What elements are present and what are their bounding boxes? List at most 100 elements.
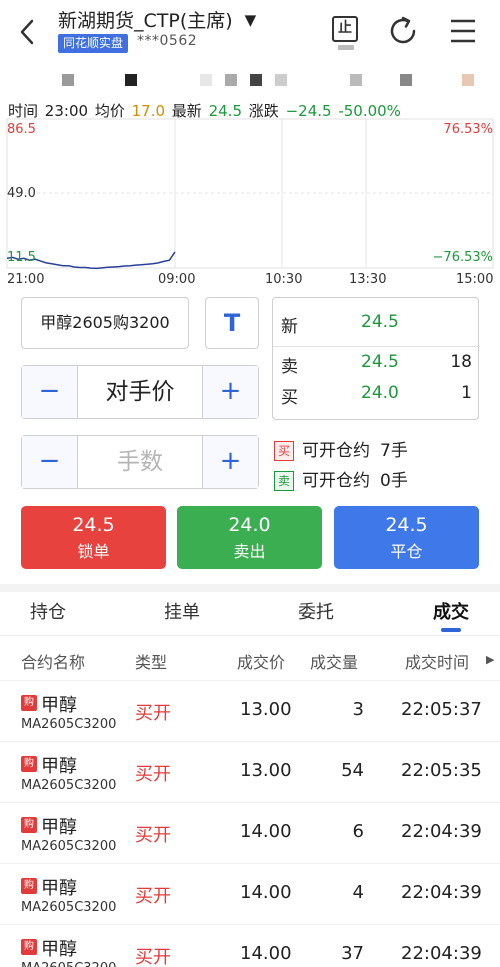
order-book-box: 新 24.5 卖 24.5 18 买 24.0 1 [272,297,480,420]
account-title-text: 新湖期货_CTP(主席) [58,10,233,32]
tab-orders[interactable]: 委托 [298,598,334,624]
option-call-tag: 购 [21,878,37,894]
quantity-stepper: − 手数 + [21,435,259,489]
t-button[interactable]: T [205,297,259,349]
indicator-strip [0,70,500,90]
trade-type: 买开 [135,764,171,785]
y-tick-right: 76.53% [443,122,493,137]
x-tick: 15:00 [456,272,494,287]
qty-minus-button[interactable]: − [22,436,78,488]
section-divider [0,584,500,592]
option-call-tag: 购 [21,756,37,772]
close-price: 24.5 [385,514,428,536]
contract-selector[interactable]: 甲醇2605购3200 [21,297,189,349]
sell-tag: 卖 [274,471,294,491]
table-row[interactable]: 购甲醇 MA2605C3200 买开 13.00 3 22:05:37 [0,680,500,741]
intraday-chart[interactable]: 86.5 49.0 11.5 76.53% −76.53% 21:00 09:0… [0,118,500,290]
option-call-tag: 购 [21,939,37,955]
divider [273,346,480,347]
account-title[interactable]: 新湖期货_CTP(主席) ▼ [58,6,256,33]
trade-price: 13.00 [240,760,292,781]
bid-price: 24.0 [361,383,399,403]
contract-code: MA2605C3200 [21,778,117,793]
ask-row[interactable]: 卖 24.5 18 [273,352,480,382]
close-position-button[interactable]: 24.5 平仓 [334,506,479,569]
menu-icon[interactable] [446,14,480,48]
sell-capacity: 卖可开仓约 0手 [274,466,408,491]
indicator-dot [125,74,137,86]
contract-name: 甲醇 [41,695,77,716]
latest-price: 24.5 [361,312,399,332]
col-header-type: 类型 [135,653,168,672]
trade-volume: 6 [352,821,364,842]
table-row[interactable]: 购甲醇 MA2605C3200 买开 14.00 6 22:04:39 [0,802,500,863]
y-tick-left: 11.5 [7,250,36,265]
trade-type: 买开 [135,703,171,724]
trade-time: 22:04:39 [401,882,482,903]
col-header-time: 成交时间 [405,653,470,672]
trade-price: 14.00 [240,821,292,842]
sell-button[interactable]: 24.0 卖出 [177,506,322,569]
buy-capacity-value: 7手 [380,441,408,461]
trade-volume: 37 [341,943,364,964]
tab-positions[interactable]: 持仓 [30,598,66,624]
bid-volume: 1 [461,383,472,403]
stop-icon[interactable]: 止 [330,14,364,50]
contract-code: MA2605C3200 [21,961,116,967]
x-tick: 09:00 [158,272,196,287]
price-mode-field[interactable]: 对手价 [78,366,202,418]
refresh-icon[interactable] [386,14,420,48]
trade-price: 13.00 [240,699,292,720]
trade-volume: 54 [341,760,364,781]
ask-label: 卖 [281,357,298,377]
caret-down-icon[interactable]: ▼ [245,11,257,29]
indicator-dot [250,74,262,86]
lock-price: 24.5 [72,514,115,536]
ask-price: 24.5 [361,352,399,372]
x-tick: 21:00 [7,272,45,287]
sell-price: 24.0 [228,514,271,536]
price-stepper: − 对手价 + [21,365,259,419]
stop-icon-bar [338,45,354,50]
table-header: 合约名称 类型 成交价 成交量 成交时间 ▶ [0,640,500,680]
trade-volume: 4 [352,882,364,903]
indicator-dot [462,74,474,86]
table-row[interactable]: 购甲醇 MA2605C3200 买开 14.00 4 22:04:39 [0,863,500,924]
contract-name: 甲醇 [41,817,77,838]
price-minus-button[interactable]: − [22,366,78,418]
stop-icon-label: 止 [332,16,358,42]
close-label: 平仓 [390,542,423,561]
trade-price: 14.00 [240,882,292,903]
contract-code: MA2605C3200 [21,717,117,732]
y-tick-left: 86.5 [7,122,36,137]
scroll-right-icon[interactable]: ▶ [486,653,494,666]
table-row[interactable]: 购甲醇 MA2605C3200 买开 13.00 54 22:05:35 [0,741,500,802]
sell-capacity-value: 0手 [380,471,408,491]
x-tick: 10:30 [265,272,303,287]
contract-name: 甲醇 [41,878,77,899]
lock-button[interactable]: 24.5 锁单 [21,506,166,569]
buy-capacity: 买可开仓约 7手 [274,436,408,461]
indicator-dot [275,74,287,86]
latest-label: 新 [281,317,298,337]
header: 新湖期货_CTP(主席) ▼ 同花顺实盘 ***0562 止 [0,0,500,62]
price-plus-button[interactable]: + [202,366,258,418]
ask-volume: 18 [450,352,472,372]
back-icon[interactable] [14,16,42,48]
tab-trades[interactable]: 成交 [433,598,469,624]
trade-time: 22:05:35 [401,760,482,781]
tab-pending[interactable]: 挂单 [164,598,200,624]
trade-type: 买开 [135,886,171,907]
option-call-tag: 购 [21,695,37,711]
bid-row[interactable]: 买 24.0 1 [273,383,480,413]
contract-name: 甲醇 [41,756,77,777]
tab-indicator [441,628,461,632]
contract-code: MA2605C3200 [21,900,117,915]
qty-plus-button[interactable]: + [202,436,258,488]
indicator-dot [400,74,412,86]
quantity-input[interactable]: 手数 [78,436,202,488]
table-row[interactable]: 购甲醇MA2605C3200 买开 14.00 37 22:04:39 [0,924,500,967]
indicator-dot [200,74,212,86]
y-tick-right: −76.53% [432,250,493,265]
option-call-tag: 购 [21,817,37,833]
